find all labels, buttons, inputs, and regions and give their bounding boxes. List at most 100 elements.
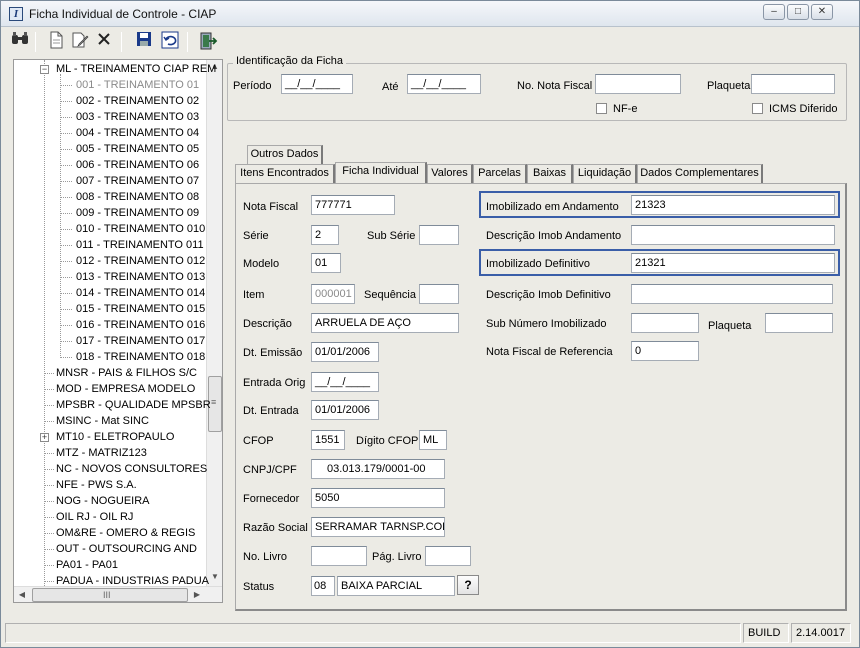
nota-fiscal-search-input[interactable] [595, 74, 681, 94]
minimize-icon[interactable]: – [763, 4, 785, 20]
status-code-field[interactable]: 08 [311, 576, 335, 596]
nf-referencia-label: Nota Fiscal de Referencia [486, 346, 613, 358]
serie-field[interactable]: 2 [311, 225, 339, 245]
tree-node-child[interactable]: 006 - TREINAMENTO 06 [14, 157, 206, 173]
imob-andamento-field[interactable]: 21323 [631, 195, 835, 215]
collapse-icon[interactable]: − [40, 65, 49, 74]
tree-node-child[interactable]: 017 - TREINAMENTO 017 [14, 333, 206, 349]
nota-fiscal-field[interactable]: 777771 [311, 195, 395, 215]
status-lookup-button[interactable]: ? [457, 575, 479, 595]
tree-node-child[interactable]: 001 - TREINAMENTO 01 [14, 77, 206, 93]
tab-parcelas[interactable]: Parcelas [473, 164, 527, 183]
modelo-field[interactable]: 01 [311, 253, 341, 273]
dt-emissao-field[interactable]: 01/01/2006 [311, 342, 379, 362]
tree-node-child[interactable]: 011 - TREINAMENTO 011 [14, 237, 206, 253]
tree-connector [44, 581, 54, 582]
tree-node-company[interactable]: MPSBR - QUALIDADE MPSBR [14, 397, 211, 413]
desc-imob-andamento-field[interactable] [631, 225, 835, 245]
tree-node-company[interactable]: MNSR - PAIS & FILHOS S/C [14, 365, 206, 381]
tab-baixas[interactable]: Baixas [527, 164, 573, 183]
tree-node-company[interactable]: MT10 - ELETROPAULO + [14, 429, 206, 445]
nota-fiscal-field-label: Nota Fiscal [243, 201, 299, 213]
tree-node-company[interactable]: MSINC - Mat SINC [14, 413, 206, 429]
expand-icon[interactable]: + [40, 433, 49, 442]
cfop-field[interactable]: 1551 [311, 430, 345, 450]
tree-node-company[interactable]: OUT - OUTSOURCING AND [14, 541, 206, 557]
tree-node-child[interactable]: 004 - TREINAMENTO 04 [14, 125, 206, 141]
ate-input[interactable]: __/__/____ [407, 74, 481, 94]
nfe-checkbox[interactable] [596, 103, 607, 114]
close-icon[interactable]: ✕ [811, 4, 833, 20]
tree-node-child[interactable]: 005 - TREINAMENTO 05 [14, 141, 206, 157]
tab-outros-dados[interactable]: Outros Dados [247, 145, 323, 164]
delete-icon[interactable] [93, 31, 115, 53]
exit-icon[interactable] [197, 31, 219, 53]
nf-referencia-field[interactable]: 0 [631, 341, 699, 361]
tab-itens-encontrados[interactable]: Itens Encontrados [235, 164, 335, 183]
undo-icon[interactable] [159, 31, 181, 53]
tab-liquidacao[interactable]: Liquidação [573, 164, 637, 183]
title-bar[interactable]: I Ficha Individual de Controle - CIAP – … [1, 1, 859, 27]
tree-node-child[interactable]: 014 - TREINAMENTO 014 [14, 285, 206, 301]
razao-social-field[interactable]: SERRAMAR TARNSP.COLE [311, 517, 445, 537]
tree-node-company[interactable]: NFE - PWS S.A. [14, 477, 206, 493]
desc-imob-definitivo-field[interactable] [631, 284, 833, 304]
imob-definitivo-field[interactable]: 21321 [631, 253, 835, 273]
tree-node-company[interactable]: PADUA - INDUSTRIAS PADUA [14, 573, 209, 589]
no-livro-field[interactable] [311, 546, 367, 566]
tree-node-company[interactable]: NOG - NOGUEIRA [14, 493, 206, 509]
pag-livro-label: Pág. Livro [372, 551, 422, 563]
tree-node-child[interactable]: 016 - TREINAMENTO 016 [14, 317, 206, 333]
digito-cfop-field[interactable]: ML [419, 430, 447, 450]
tree-node-company[interactable]: MTZ - MATRIZ123 [14, 445, 206, 461]
tree-node-company[interactable]: MOD - EMPRESA MODELO [14, 381, 206, 397]
pag-livro-field[interactable] [425, 546, 471, 566]
item-field[interactable]: 000001 [311, 284, 355, 304]
descricao-field[interactable]: ARRUELA DE AÇO [311, 313, 459, 333]
serie-label: Série [243, 230, 269, 242]
tree-connector [60, 245, 72, 246]
status-description-field[interactable]: BAIXA PARCIAL [337, 576, 455, 596]
binoculars-icon[interactable] [9, 31, 31, 53]
cnpj-field[interactable]: 03.013.179/0001-00 [311, 459, 445, 479]
tree-item-label: NC - NOVOS CONSULTORES [56, 463, 208, 475]
save-icon[interactable] [133, 31, 155, 53]
plaqueta-field[interactable] [765, 313, 833, 333]
tree-node-child[interactable]: 018 - TREINAMENTO 018 [14, 349, 206, 365]
icms-diferido-checkbox[interactable] [752, 103, 763, 114]
tree-node-company[interactable]: PA01 - PA01 [14, 557, 206, 573]
tree-hscroll-thumb[interactable]: III [32, 588, 188, 602]
tab-dados-complementares[interactable]: Dados Complementares [637, 164, 763, 183]
tree-node-child[interactable]: 002 - TREINAMENTO 02 [14, 93, 206, 109]
entrada-orig-field[interactable]: __/__/____ [311, 372, 379, 392]
scroll-left-icon[interactable]: ◀ [15, 588, 29, 602]
tree-node-company[interactable]: OM&RE - OMERO & REGIS [14, 525, 206, 541]
scroll-down-icon[interactable]: ▼ [208, 570, 222, 584]
plaqueta-search-input[interactable] [751, 74, 835, 94]
tree-node-child[interactable]: 009 - TREINAMENTO 09 [14, 205, 206, 221]
company-tree[interactable]: ▲ ≡ ▼ ◀ III ▶ ML - TREINAMENTO CIAP REM −… [13, 59, 223, 603]
dt-entrada-field[interactable]: 01/01/2006 [311, 400, 379, 420]
sub-numero-field[interactable] [631, 313, 699, 333]
tree-node-child[interactable]: 012 - TREINAMENTO 012 [14, 253, 206, 269]
tab-valores[interactable]: Valores [427, 164, 473, 183]
maximize-icon[interactable]: □ [787, 4, 809, 20]
tree-node-company[interactable]: OIL RJ - OIL RJ [14, 509, 206, 525]
tree-vertical-scrollbar[interactable]: ▲ ≡ ▼ [206, 60, 222, 586]
periodo-input[interactable]: __/__/____ [281, 74, 353, 94]
sub-serie-field[interactable] [419, 225, 459, 245]
tree-node-child[interactable]: 015 - TREINAMENTO 015 [14, 301, 206, 317]
tree-node-company[interactable]: NC - NOVOS CONSULTORES [14, 461, 208, 477]
fornecedor-field[interactable]: 5050 [311, 488, 445, 508]
tree-node-child[interactable]: 003 - TREINAMENTO 03 [14, 109, 206, 125]
tab-ficha-individual[interactable]: Ficha Individual [335, 162, 427, 183]
tree-node-ml[interactable]: ML - TREINAMENTO CIAP REM − [14, 61, 216, 77]
tree-node-child[interactable]: 007 - TREINAMENTO 07 [14, 173, 206, 189]
sequencia-field[interactable] [419, 284, 459, 304]
tree-node-child[interactable]: 008 - TREINAMENTO 08 [14, 189, 206, 205]
tree-node-child[interactable]: 010 - TREINAMENTO 010 [14, 221, 206, 237]
scroll-right-icon[interactable]: ▶ [190, 588, 204, 602]
tree-node-child[interactable]: 013 - TREINAMENTO 013 [14, 269, 206, 285]
new-document-icon[interactable] [45, 31, 67, 53]
edit-document-icon[interactable] [69, 31, 91, 53]
